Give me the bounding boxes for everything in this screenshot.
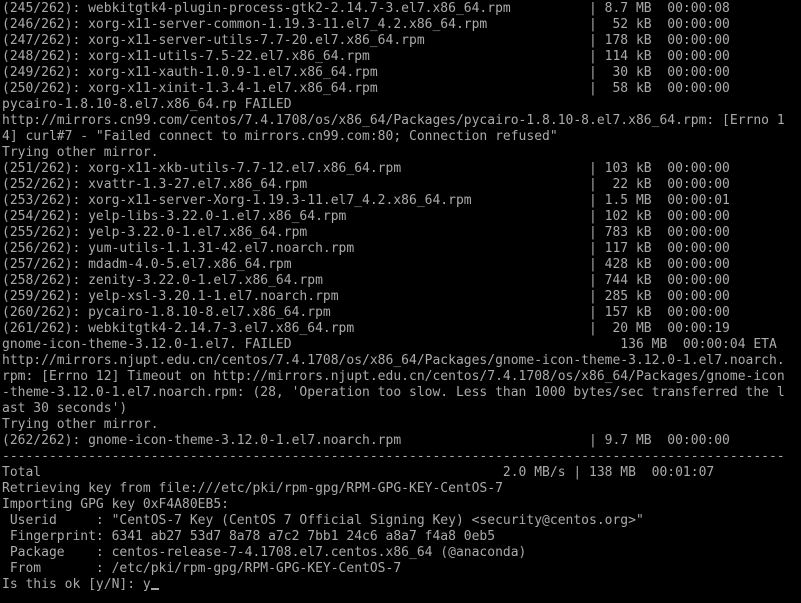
terminal-line: (251/262): xorg-x11-xkb-utils-7.7-12.el7…: [2, 161, 730, 176]
terminal-line: (261/262): webkitgtk4-2.14.7-3.el7.x86_6…: [2, 321, 730, 336]
terminal-line: ----------------------------------------…: [2, 449, 785, 464]
terminal-screen[interactable]: (245/262): webkitgtk4-plugin-process-gtk…: [0, 0, 801, 603]
confirm-prompt-line[interactable]: Is this ok [y/N]: y: [0, 577, 801, 593]
terminal-line: (257/262): mdadm-4.0-5.el7.x86_64.rpm | …: [2, 257, 730, 272]
terminal-line: (256/262): yum-utils-1.1.31-42.el7.noarc…: [2, 241, 730, 256]
text-cursor: [150, 588, 159, 590]
terminal-line: (248/262): xorg-x11-utils-7.5-22.el7.x86…: [2, 49, 730, 64]
terminal-line: (254/262): yelp-libs-3.22.0-1.el7.x86_64…: [2, 209, 730, 224]
terminal-line: (255/262): yelp-3.22.0-1.el7.x86_64.rpm …: [2, 225, 730, 240]
terminal-line: http://mirrors.cn99.com/centos/7.4.1708/…: [2, 113, 785, 128]
terminal-line: Retrieving key from file:///etc/pki/rpm-…: [2, 481, 503, 496]
terminal-line: Trying other mirror.: [2, 417, 159, 432]
terminal-line: From : /etc/pki/rpm-gpg/RPM-GPG-KEY-Cent…: [2, 561, 402, 576]
terminal-line: ast 30 seconds'): [2, 401, 128, 416]
terminal-line: (260/262): pycairo-1.8.10-8.el7.x86_64.r…: [2, 305, 730, 320]
terminal-line: Trying other mirror.: [2, 145, 159, 160]
terminal-line: (252/262): xvattr-1.3-27.el7.x86_64.rpm …: [2, 177, 730, 192]
terminal-line: -theme-3.12.0-1.el7.noarch.rpm: (28, 'Op…: [2, 385, 785, 400]
terminal-line: 4] curl#7 - "Failed connect to mirrors.c…: [2, 129, 558, 144]
prompt-input[interactable]: y: [143, 577, 151, 592]
terminal-line: (253/262): xorg-x11-server-Xorg-1.19.3-1…: [2, 193, 730, 208]
terminal-line: (247/262): xorg-x11-server-utils-7.7-20.…: [2, 33, 730, 48]
confirm-prompt: Is this ok [y/N]:: [2, 577, 143, 592]
terminal-line: rpm: [Errno 12] Timeout on http://mirror…: [2, 369, 785, 384]
terminal-output: (245/262): webkitgtk4-plugin-process-gtk…: [0, 1, 801, 577]
terminal-line: (245/262): webkitgtk4-plugin-process-gtk…: [2, 1, 730, 16]
terminal-line: (258/262): zenity-3.22.0-1.el7.x86_64.rp…: [2, 273, 730, 288]
terminal-line: pycairo-1.8.10-8.el7.x86_64.rp FAILED: [2, 97, 292, 112]
terminal-line: gnome-icon-theme-3.12.0-1.el7. FAILED 13…: [2, 337, 777, 352]
terminal-line: Userid : "CentOS-7 Key (CentOS 7 Officia…: [2, 513, 644, 528]
terminal-line: (259/262): yelp-xsl-3.20.1-1.el7.noarch.…: [2, 289, 730, 304]
terminal-line: Fingerprint: 6341 ab27 53d7 8a78 a7c2 7b…: [2, 529, 496, 544]
terminal-line: (249/262): xorg-x11-xauth-1.0.9-1.el7.x8…: [2, 65, 730, 80]
terminal-line: Package : centos-release-7-4.1708.el7.ce…: [2, 545, 527, 560]
terminal-line: (250/262): xorg-x11-xinit-1.3.4-1.el7.x8…: [2, 81, 730, 96]
terminal-line: Importing GPG key 0xF4A80EB5:: [2, 497, 229, 512]
terminal-line: http://mirrors.njupt.edu.cn/centos/7.4.1…: [2, 353, 785, 368]
terminal-line: Total 2.0 MB/s | 138 MB 00:01:07: [2, 465, 715, 480]
terminal-line: (262/262): gnome-icon-theme-3.12.0-1.el7…: [2, 433, 730, 448]
terminal-line: (246/262): xorg-x11-server-common-1.19.3…: [2, 17, 730, 32]
